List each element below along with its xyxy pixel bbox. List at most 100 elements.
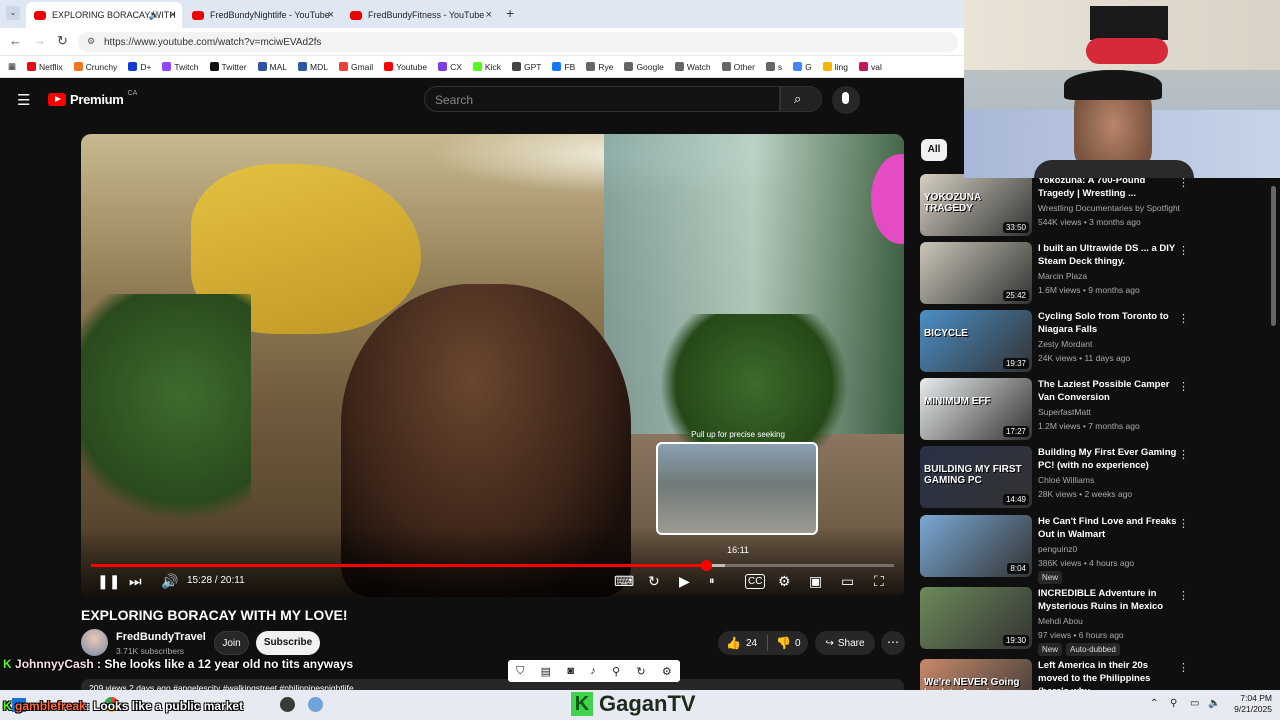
- like-count[interactable]: 24: [746, 638, 757, 649]
- sidebar-scrollbar[interactable]: [1271, 186, 1276, 326]
- tab-fitness[interactable]: FredBundyFitness - YouTube ×: [342, 2, 498, 28]
- search-button[interactable]: ⌕: [780, 86, 822, 112]
- recommended-video[interactable]: 8:04 He Can't Find Love and Freaks Out in…: [920, 515, 1190, 584]
- bookmark-item[interactable]: Kick: [472, 62, 501, 72]
- recommended-video[interactable]: MINIMUM EFF 17:27 The Laziest Possible Cam…: [920, 378, 1190, 440]
- more-actions-icon[interactable]: ⋯: [881, 631, 905, 655]
- video-thumbnail[interactable]: 8:04: [920, 515, 1032, 577]
- bookmark-item[interactable]: Google: [624, 62, 664, 72]
- bookmark-item[interactable]: s: [765, 62, 782, 72]
- like-icon[interactable]: 👍: [726, 636, 741, 650]
- more-options-icon[interactable]: ⋮: [1178, 312, 1189, 325]
- channel-avatar[interactable]: [81, 629, 108, 656]
- site-info-icon[interactable]: ⚙: [87, 36, 95, 47]
- join-button[interactable]: Join: [214, 631, 249, 655]
- refresh-icon[interactable]: ↻: [636, 665, 645, 678]
- bookmark-item[interactable]: Gmail: [338, 62, 373, 72]
- tray-network-icon[interactable]: ▭: [1190, 698, 1199, 709]
- pin-icon[interactable]: ⚲: [612, 665, 620, 678]
- video-channel[interactable]: Chloé Williams: [1038, 475, 1094, 485]
- clapper-icon[interactable]: ▤: [541, 665, 551, 678]
- channel-name[interactable]: FredBundyTravel: [116, 631, 206, 643]
- tray-volume-icon[interactable]: 🔈: [1208, 698, 1220, 709]
- tab-nightlife[interactable]: FredBundyNightlife - YouTube ×: [184, 2, 340, 28]
- autoplay-toggle-icon[interactable]: ⏸: [709, 572, 715, 590]
- bookmark-item[interactable]: GPT: [511, 62, 541, 72]
- bookmark-item[interactable]: Other: [721, 62, 755, 72]
- tab-close-icon[interactable]: ×: [170, 9, 176, 21]
- more-options-icon[interactable]: ⋮: [1178, 380, 1189, 393]
- pause-icon[interactable]: ❚❚: [97, 572, 120, 590]
- video-thumbnail[interactable]: 19:30: [920, 587, 1032, 649]
- dislike-count[interactable]: 0: [795, 638, 801, 649]
- shield-icon[interactable]: ⛉: [516, 665, 524, 678]
- video-title[interactable]: I built an Ultrawide DS ... a DIY Steam …: [1038, 242, 1178, 268]
- share-button[interactable]: ↪ Share: [815, 631, 875, 655]
- recommended-video[interactable]: YOKOZUNA TRAGEDY 33:50 Yokozuna: A 700-Pou…: [920, 174, 1190, 236]
- menu-hamburger-icon[interactable]: ☰: [17, 91, 30, 109]
- voice-search-button[interactable]: [832, 86, 860, 114]
- recommended-video[interactable]: BUILDING MY FIRST GAMING PC 14:49 Building…: [920, 446, 1190, 508]
- audio-icon[interactable]: ♪: [590, 665, 596, 677]
- video-thumbnail[interactable]: MINIMUM EFF 17:27: [920, 378, 1032, 440]
- miniplayer-icon[interactable]: ▣: [809, 572, 822, 590]
- captions-icon[interactable]: CC: [745, 574, 766, 589]
- bookmark-item[interactable]: D+: [128, 62, 151, 72]
- fullscreen-icon[interactable]: ⛶: [874, 572, 884, 590]
- video-title[interactable]: He Can't Find Love and Freaks Out in Wal…: [1038, 515, 1178, 541]
- url-field[interactable]: ⚙ https://www.youtube.com/watch?v=mciwEV…: [78, 32, 958, 52]
- bookmark-item[interactable]: Youtube: [384, 62, 427, 72]
- camera-icon[interactable]: ◙: [567, 665, 574, 677]
- youtube-logo[interactable]: Premium CA: [48, 90, 137, 107]
- bookmark-item[interactable]: MDL: [298, 62, 328, 72]
- bookmark-item[interactable]: val: [859, 62, 882, 72]
- video-thumbnail[interactable]: BICYCLE 19:37: [920, 310, 1032, 372]
- video-title[interactable]: The Laziest Possible Camper Van Conversi…: [1038, 378, 1178, 404]
- miniplayer-badge-icon[interactable]: ▶: [679, 572, 690, 590]
- bookmark-item[interactable]: Crunchy: [73, 62, 117, 72]
- progress-bar[interactable]: [91, 560, 894, 571]
- recommended-video[interactable]: 19:30 INCREDIBLE Adventure in Mysterious …: [920, 587, 1190, 656]
- bookmark-item[interactable]: Twitter: [209, 62, 247, 72]
- recommended-video[interactable]: BICYCLE 19:37 Cycling Solo from Toronto to…: [920, 310, 1190, 372]
- search-input[interactable]: Search: [424, 86, 780, 112]
- loop-icon[interactable]: ↻: [648, 572, 660, 590]
- new-tab-icon[interactable]: +: [506, 5, 514, 21]
- bookmark-item[interactable]: CX: [438, 62, 462, 72]
- video-channel[interactable]: SuperfastMatt: [1038, 407, 1091, 417]
- reload-icon[interactable]: ↻: [57, 33, 68, 49]
- video-channel[interactable]: Wrestling Documentaries by Spotfight: [1038, 203, 1180, 213]
- theater-mode-icon[interactable]: ▭: [841, 572, 854, 590]
- taskbar-clock[interactable]: 7:04 PM 9/21/2025: [1228, 693, 1272, 715]
- bookmark-item[interactable]: Rye: [586, 62, 613, 72]
- tray-mic-icon[interactable]: ⚲: [1170, 698, 1177, 709]
- bookmark-item[interactable]: Netflix: [27, 62, 63, 72]
- video-title[interactable]: Cycling Solo from Toronto to Niagara Fal…: [1038, 310, 1178, 336]
- settings-app-icon[interactable]: [308, 697, 323, 712]
- more-options-icon[interactable]: ⋮: [1178, 589, 1189, 602]
- keyboard-icon[interactable]: ⌨: [614, 572, 634, 590]
- chip-all[interactable]: All: [921, 139, 947, 161]
- video-title[interactable]: Building My First Ever Gaming PC! (with …: [1038, 446, 1178, 472]
- video-thumbnail[interactable]: 25:42: [920, 242, 1032, 304]
- recommended-video[interactable]: 25:42 I built an Ultrawide DS ... a DIY S…: [920, 242, 1190, 304]
- tray-chevron-icon[interactable]: ⌃: [1150, 698, 1158, 709]
- next-icon[interactable]: ⏭: [129, 572, 142, 590]
- bookmark-item[interactable]: Twitch: [162, 62, 199, 72]
- more-options-icon[interactable]: ⋮: [1178, 661, 1189, 674]
- video-thumbnail[interactable]: BUILDING MY FIRST GAMING PC 14:49: [920, 446, 1032, 508]
- volume-icon[interactable]: 🔊: [161, 572, 178, 590]
- video-channel[interactable]: Mehdi Abou: [1038, 616, 1083, 626]
- tab-active[interactable]: EXPLORING BORACAY WITH 🔊 ×: [26, 2, 182, 28]
- bookmark-item[interactable]: Watch: [674, 62, 711, 72]
- bookmark-item[interactable]: FB: [552, 62, 575, 72]
- back-icon[interactable]: ←: [9, 33, 22, 48]
- video-channel[interactable]: Zesty Mordant: [1038, 339, 1092, 349]
- more-options-icon[interactable]: ⋮: [1178, 448, 1189, 461]
- apps-grid-icon[interactable]: ▦: [8, 61, 16, 72]
- settings-icon[interactable]: ⚙: [662, 665, 672, 678]
- video-channel[interactable]: Marcin Plaza: [1038, 271, 1087, 281]
- video-title[interactable]: INCREDIBLE Adventure in Mysterious Ruins…: [1038, 587, 1178, 613]
- video-channel[interactable]: penguinz0: [1038, 544, 1077, 554]
- video-thumbnail[interactable]: YOKOZUNA TRAGEDY 33:50: [920, 174, 1032, 236]
